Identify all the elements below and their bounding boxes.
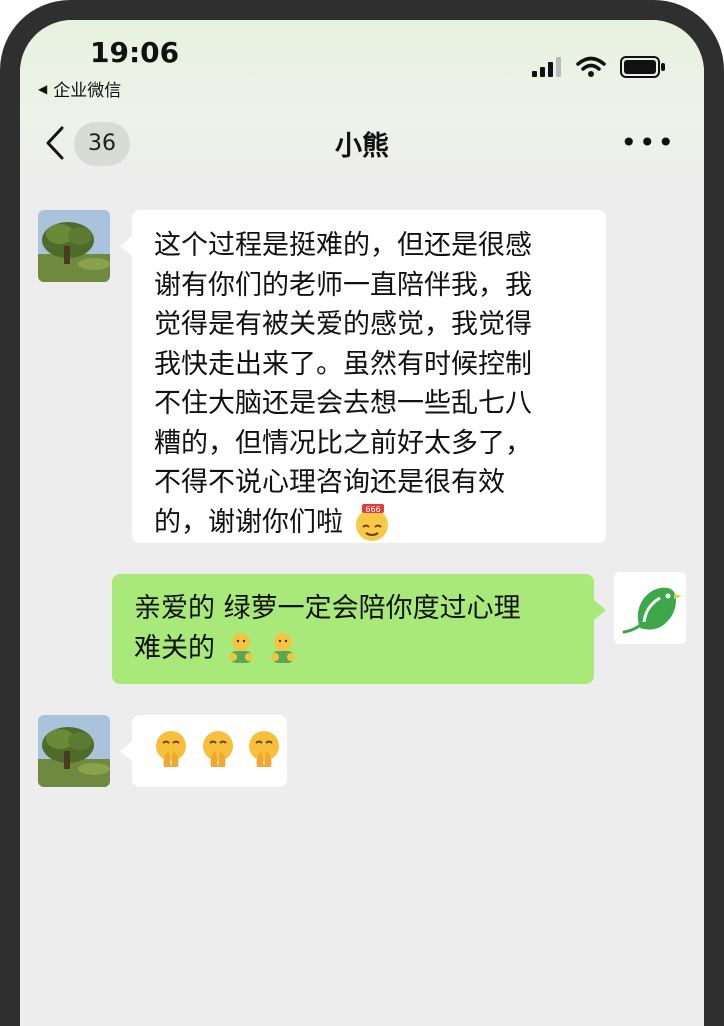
more-dots-icon[interactable]: ••• xyxy=(620,126,676,159)
pray-emoji xyxy=(249,731,280,767)
message-text: 难关的 xyxy=(134,632,215,664)
message-line: 不得不说心理咨询还是很有效 xyxy=(154,467,505,498)
666-emoji: 666 xyxy=(355,504,388,541)
hug-emoji xyxy=(228,633,253,663)
message-line: 谢有你们的老师一直陪伴我，我 xyxy=(154,269,532,301)
avatar[interactable] xyxy=(38,715,110,787)
back-to-app-link[interactable]: ◀ 企业微信 xyxy=(38,76,121,101)
message-line: 觉得是有被关爱的感觉，我觉得 xyxy=(154,309,532,340)
bubble-tail xyxy=(120,741,132,761)
message-line: 我快走出来了。虽然有时候控制 xyxy=(154,348,532,380)
bubble-tail xyxy=(594,600,606,620)
status-time: 19:06 xyxy=(90,36,180,69)
message-bubble-incoming[interactable] xyxy=(132,715,287,787)
wifi-icon xyxy=(576,56,606,77)
pray-emoji xyxy=(156,731,186,767)
tree-landscape-avatar xyxy=(38,715,110,787)
message-line: 难关的 xyxy=(134,629,574,669)
cellular-signal-icon xyxy=(532,57,561,77)
bubble-tail xyxy=(120,236,132,256)
message-text: 的，谢谢你们啦 xyxy=(154,506,343,538)
pray-emoji xyxy=(202,731,233,767)
message-line: 不住大脑还是会去想一些乱七八 xyxy=(154,388,532,419)
message-line: 的，谢谢你们啦 666 xyxy=(154,503,586,544)
tree-landscape-avatar xyxy=(38,210,110,282)
message-bubble-incoming[interactable]: 这个过程是挺难的，但还是很感 谢有你们的老师一直陪伴我，我 觉得是有被关爱的感觉… xyxy=(132,210,606,543)
top-bar: 19:06 ◀ 企业微信 36 小熊 ••• xyxy=(20,20,704,182)
avatar[interactable] xyxy=(614,572,686,644)
status-icons xyxy=(532,56,666,78)
avatar[interactable] xyxy=(38,210,110,282)
green-bird-logo-avatar xyxy=(614,572,686,644)
message-bubble-outgoing[interactable]: 亲爱的 绿萝一定会陪你度过心理 难关的 xyxy=(112,574,594,684)
chat-title: 小熊 xyxy=(335,131,389,162)
hug-emoji xyxy=(271,633,296,663)
battery-icon xyxy=(620,56,665,78)
phone-frame: 19:06 ◀ 企业微信 36 小熊 ••• 这个过程是挺难的，但还是很感 谢有… xyxy=(0,0,724,1026)
message-line: 这个过程是挺难的，但还是很感 xyxy=(154,230,532,261)
back-triangle-icon: ◀ xyxy=(38,81,48,96)
message-line: 糟的，但情况比之前好太多了， xyxy=(154,427,532,459)
chat-screen: 19:06 ◀ 企业微信 36 小熊 ••• 这个过程是挺难的，但还是很感 谢有… xyxy=(20,20,704,1026)
back-app-label: 企业微信 xyxy=(53,81,122,101)
message-line: 亲爱的 绿萝一定会陪你度过心理 xyxy=(134,593,521,624)
svg-text:666: 666 xyxy=(365,505,380,514)
